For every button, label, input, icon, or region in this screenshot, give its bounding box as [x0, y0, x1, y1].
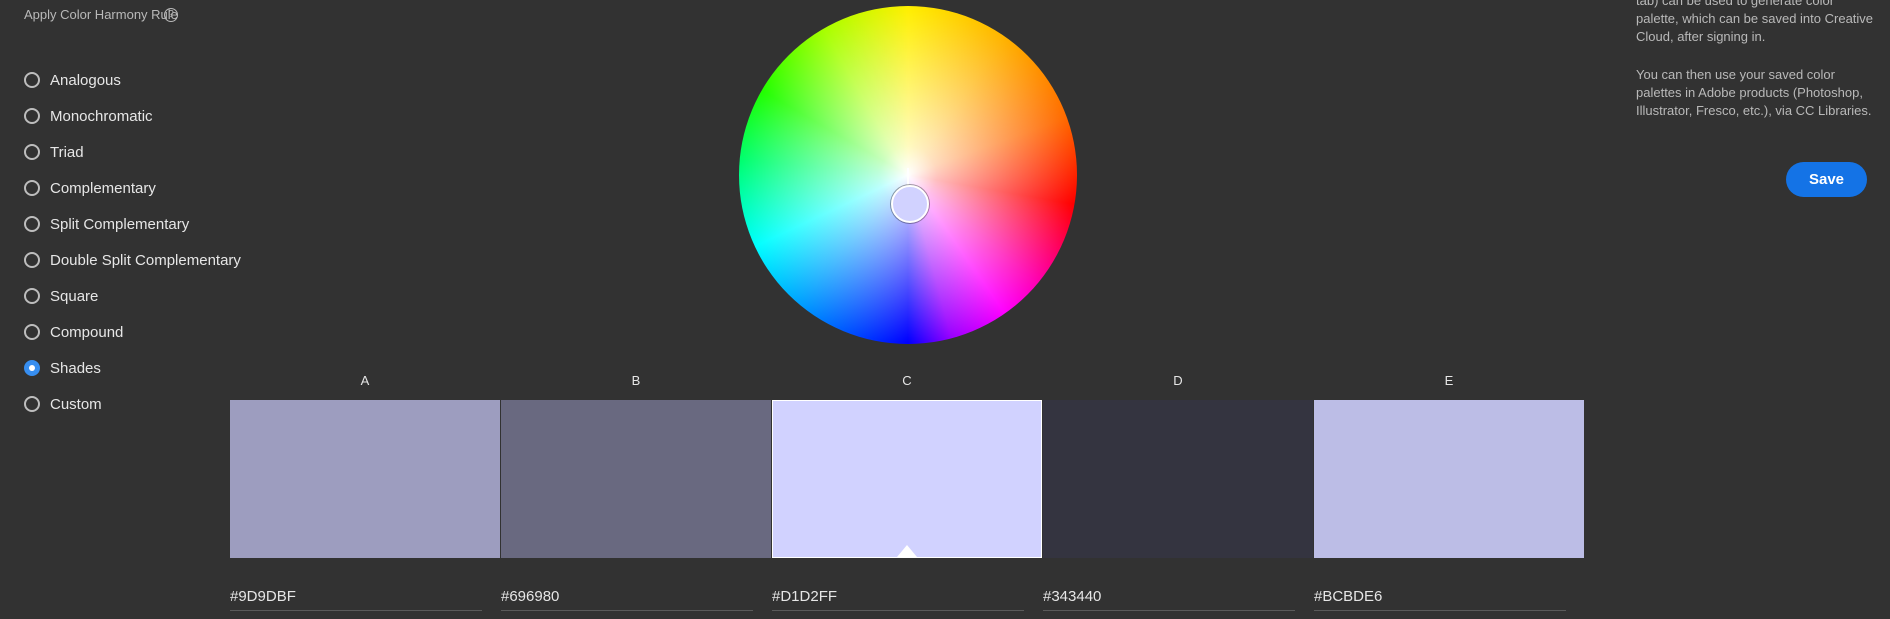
swatch-label-e: E: [1444, 373, 1454, 388]
save-button[interactable]: Save: [1786, 162, 1867, 197]
swatch-label-a: A: [360, 373, 370, 388]
hex-values: #9D9DBF #696980 #D1D2FF #343440 #BCBDE6: [230, 586, 1586, 612]
radio-button[interactable]: [24, 180, 40, 196]
radio-button[interactable]: [24, 72, 40, 88]
rule-label: Shades: [50, 359, 101, 377]
rule-label: Split Complementary: [50, 215, 190, 233]
rule-option-compound[interactable]: Compound: [24, 314, 241, 350]
color-wheel-page: Apply Color Harmony Rule ? Analogous Mon…: [0, 0, 1890, 619]
rule-label: Compound: [50, 323, 124, 341]
info-paragraph-2: You can then use your saved color palett…: [1636, 67, 1872, 118]
rule-option-monochromatic[interactable]: Monochromatic: [24, 98, 241, 134]
color-swatch-b[interactable]: [501, 400, 771, 558]
harmony-rule-header: Apply Color Harmony Rule: [24, 5, 184, 25]
rule-option-square[interactable]: Square: [24, 278, 241, 314]
hex-field-b[interactable]: #696980: [501, 586, 753, 611]
rule-option-split-complementary[interactable]: Split Complementary: [24, 206, 241, 242]
hex-field-e[interactable]: #BCBDE6: [1314, 586, 1566, 611]
color-wheel-handle[interactable]: [891, 185, 929, 223]
radio-button[interactable]: [24, 288, 40, 304]
help-icon[interactable]: ?: [164, 8, 178, 22]
wheel-handle-line: [907, 168, 909, 186]
rule-label: Custom: [50, 395, 102, 413]
selected-swatch-marker-icon: [897, 545, 917, 557]
swatch-labels: A B C D E: [230, 373, 1586, 389]
rule-option-analogous[interactable]: Analogous: [24, 62, 241, 98]
rule-option-shades[interactable]: Shades: [24, 350, 241, 386]
rule-option-triad[interactable]: Triad: [24, 134, 241, 170]
rule-label: Square: [50, 287, 99, 305]
color-swatch-d[interactable]: [1043, 400, 1313, 558]
swatch-label-d: D: [1173, 373, 1183, 388]
color-swatch-a[interactable]: [230, 400, 500, 558]
radio-button[interactable]: [24, 324, 40, 340]
radio-button[interactable]: [24, 144, 40, 160]
harmony-rule-title: Apply Color Harmony Rule: [24, 7, 178, 22]
swatch-label-b: B: [631, 373, 641, 388]
rule-option-complementary[interactable]: Complementary: [24, 170, 241, 206]
info-paragraph-1: tab) can be used to generate color palet…: [1636, 0, 1874, 44]
rule-label: Monochromatic: [50, 107, 153, 125]
hex-field-d[interactable]: #343440: [1043, 586, 1295, 611]
info-panel: tab) can be used to generate color palet…: [1636, 0, 1876, 140]
radio-button[interactable]: [24, 252, 40, 268]
radio-button[interactable]: [24, 108, 40, 124]
hex-field-a[interactable]: #9D9DBF: [230, 586, 482, 611]
rule-label: Triad: [50, 143, 84, 161]
radio-button[interactable]: [24, 396, 40, 412]
radio-button[interactable]: [24, 216, 40, 232]
rule-option-custom[interactable]: Custom: [24, 386, 241, 422]
rule-label: Complementary: [50, 179, 156, 197]
rule-option-double-split-complementary[interactable]: Double Split Complementary: [24, 242, 241, 278]
rule-label: Double Split Complementary: [50, 251, 241, 269]
color-swatch-c[interactable]: [772, 400, 1042, 558]
swatch-label-c: C: [902, 373, 912, 388]
color-swatch-e[interactable]: [1314, 400, 1584, 558]
hex-field-c[interactable]: #D1D2FF: [772, 586, 1024, 611]
color-palette: [230, 400, 1586, 558]
radio-button-selected[interactable]: [24, 360, 40, 376]
harmony-rule-list: Analogous Monochromatic Triad Complement…: [24, 62, 241, 422]
rule-label: Analogous: [50, 71, 121, 89]
